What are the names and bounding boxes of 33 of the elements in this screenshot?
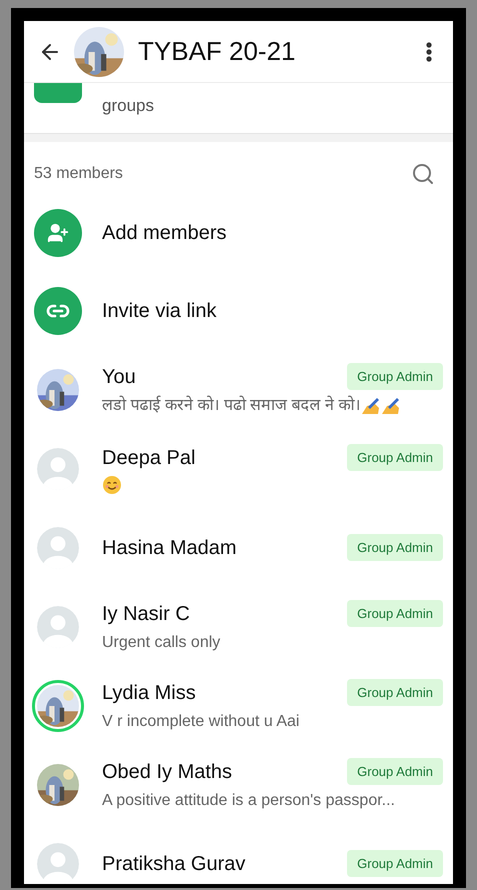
- group-title: TYBAF 20-21: [138, 35, 297, 68]
- member-status: V r incomplete without u Aai: [102, 712, 300, 732]
- member-status: A positive attitude is a person's passpor...: [102, 790, 395, 810]
- member-name[interactable]: Pratiksha Gurav: [102, 848, 246, 878]
- member-name[interactable]: Lydia Miss: [102, 678, 196, 708]
- avatar-placeholder-icon: [37, 526, 79, 568]
- member-name[interactable]: Iy Nasir C: [102, 598, 190, 628]
- member-status: Urgent calls only: [102, 632, 220, 652]
- member-status: लडो पढाई करने को। पढो समाज बदल ने को।: [102, 394, 361, 416]
- admin-badge: Group Admin: [347, 362, 443, 390]
- action-item[interactable]: Invite via link: [102, 296, 216, 326]
- writing-hand-icon: [360, 396, 399, 414]
- smiling-face-icon: [102, 474, 122, 494]
- add-member-icon: [34, 209, 82, 257]
- member-name[interactable]: Hasina Madam: [102, 532, 237, 562]
- menu-icon: [426, 42, 432, 62]
- member-name[interactable]: You: [102, 362, 136, 392]
- link-icon: [34, 287, 82, 335]
- community-icon: [34, 83, 82, 103]
- admin-badge: Group Admin: [347, 534, 443, 562]
- avatar-placeholder-icon: [37, 606, 79, 648]
- admin-badge: Group Admin: [347, 600, 443, 628]
- action-item[interactable]: Add members: [102, 218, 226, 248]
- search-button[interactable]: [411, 162, 435, 186]
- admin-badge: Group Admin: [347, 850, 443, 878]
- admin-badge: Group Admin: [347, 758, 443, 786]
- member-count: 53 members: [34, 164, 123, 184]
- community-description: groups: [102, 95, 154, 117]
- member-name[interactable]: Obed Iy Maths: [102, 756, 232, 786]
- admin-badge: Group Admin: [347, 444, 443, 472]
- avatar-placeholder-icon: [37, 448, 79, 490]
- member-name[interactable]: Deepa Pal: [102, 442, 196, 472]
- admin-badge: Group Admin: [347, 678, 443, 706]
